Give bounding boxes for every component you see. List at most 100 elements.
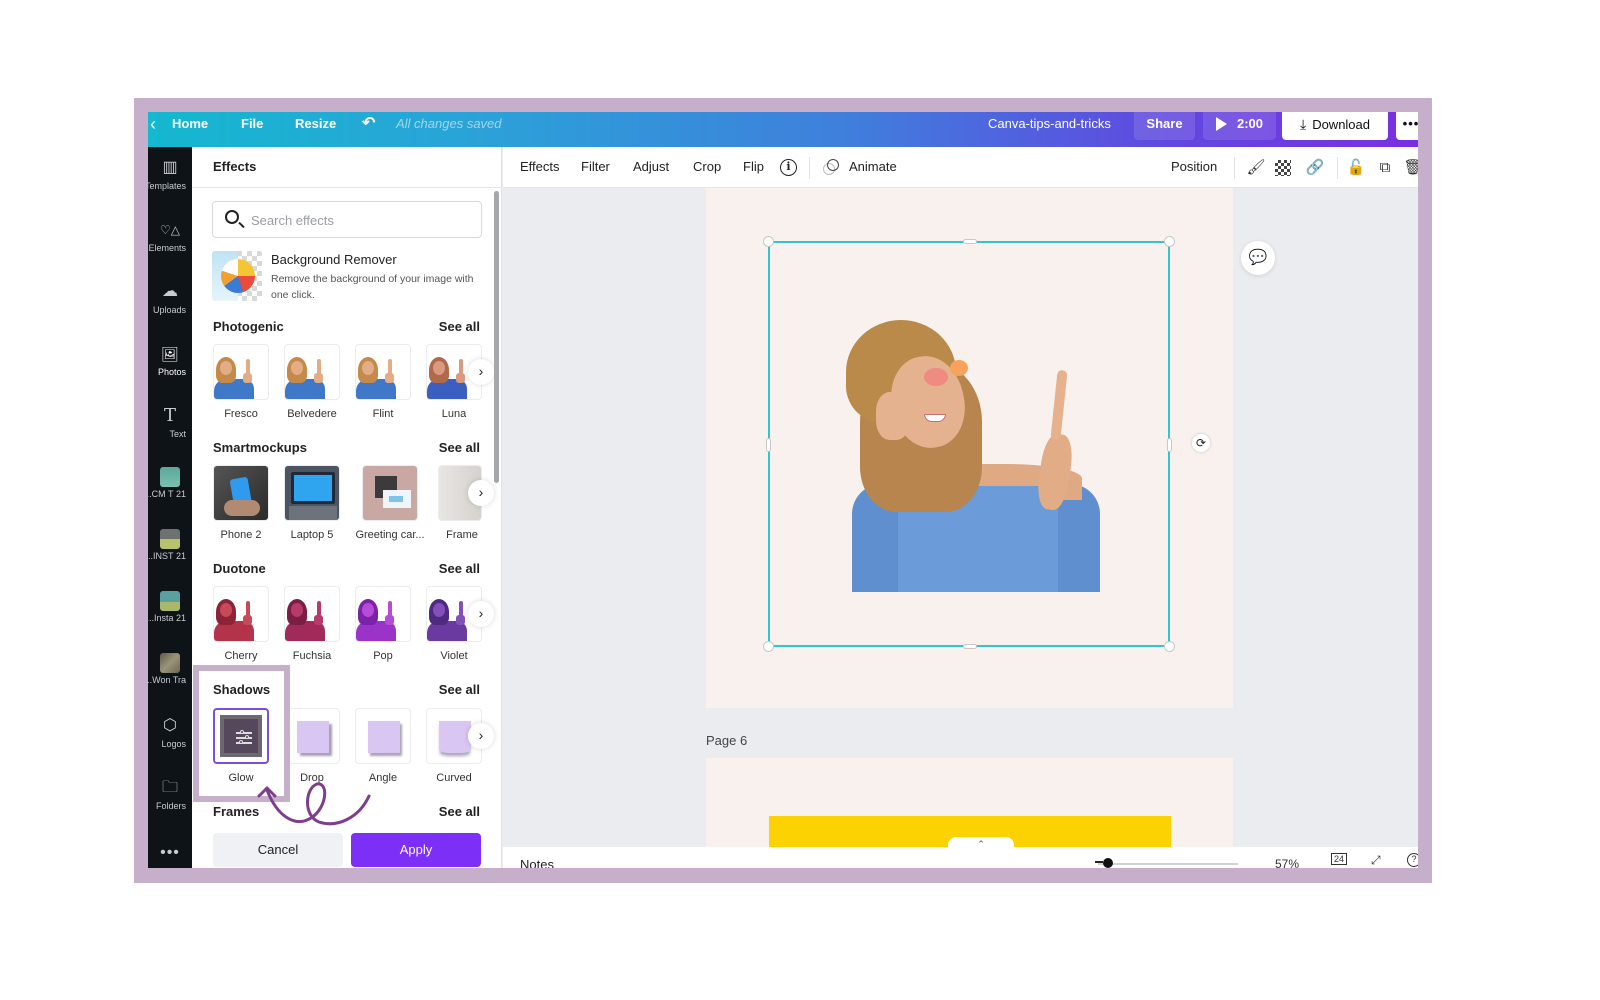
rail-more-button[interactable]: •••: [148, 844, 192, 862]
templates-icon: ▥: [162, 159, 178, 176]
next-arrow-shadows[interactable]: ›: [468, 723, 494, 749]
effect-label: Laptop 5: [290, 529, 334, 541]
panel-scrollbar[interactable]: [494, 191, 499, 483]
download-label: Download: [1312, 117, 1371, 132]
transparency-icon[interactable]: [1275, 160, 1291, 176]
page-count-icon[interactable]: 24: [1331, 853, 1348, 865]
share-button[interactable]: Share: [1134, 112, 1195, 140]
add-comment-icon[interactable]: 💬: [1241, 241, 1275, 275]
resize-handle-top-left[interactable]: [763, 236, 774, 247]
apply-button[interactable]: Apply: [351, 833, 481, 867]
canva-editor: ‹ Home File Resize ↶ All changes saved C…: [148, 112, 1418, 868]
next-arrow-photogenic[interactable]: ›: [468, 359, 494, 385]
crop-tool[interactable]: Crop: [693, 159, 721, 174]
top-bar: ‹ Home File Resize ↶ All changes saved C…: [148, 112, 1418, 147]
folder-thumbnail: [160, 591, 180, 611]
rail-item-folders[interactable]: 🗀 Folders: [148, 777, 192, 833]
effect-tile-fresco[interactable]: [213, 344, 269, 400]
rotate-icon[interactable]: ⟳: [1192, 434, 1210, 452]
next-arrow-smartmockups[interactable]: ›: [468, 480, 494, 506]
adjust-tool[interactable]: Adjust: [633, 159, 669, 174]
rail-item-text[interactable]: T Text: [148, 405, 192, 461]
rail-item-folder-4[interactable]: Won Tra...: [148, 653, 192, 709]
see-all-frames[interactable]: See all: [439, 804, 480, 819]
paint-roller-icon[interactable]: 🖌: [1246, 158, 1266, 178]
rail-item-folder-3[interactable]: 21 Insta...: [148, 591, 192, 647]
duplicate-icon[interactable]: ⧉: [1375, 158, 1395, 178]
rail-item-logos[interactable]: ⬡ Logos: [148, 715, 192, 771]
zoom-level[interactable]: 57%: [1275, 857, 1299, 868]
position-tool[interactable]: Position: [1171, 159, 1217, 174]
background-remover-item[interactable]: Background Remover Remove the background…: [212, 251, 492, 303]
effect-tile-angle[interactable]: [355, 708, 411, 764]
effect-tile-fuchsia[interactable]: [284, 586, 340, 642]
help-icon[interactable]: ?: [1407, 853, 1418, 867]
rail-label: Won Tra...: [148, 675, 186, 685]
rail-item-folder-1[interactable]: 21 CM T...: [148, 467, 192, 523]
rail-item-elements[interactable]: ♡△ Elements: [148, 219, 192, 275]
rail-item-folder-2[interactable]: 21 INST...: [148, 529, 192, 585]
file-menu[interactable]: File: [241, 112, 263, 147]
resize-menu[interactable]: Resize: [295, 112, 336, 147]
effect-tile-drop[interactable]: [284, 708, 340, 764]
toolbar-divider: [809, 157, 810, 179]
fullscreen-icon[interactable]: ⤢: [1371, 853, 1381, 868]
unlock-icon[interactable]: 🔓: [1346, 158, 1366, 178]
present-button[interactable]: 2:00: [1203, 112, 1276, 140]
rail-item-photos[interactable]: 🖼 Photos: [148, 343, 192, 399]
effect-label: Luna: [441, 408, 467, 420]
beach-ball-icon: [221, 259, 255, 293]
rail-label: Elements: [148, 243, 186, 253]
notes-button[interactable]: Notes: [520, 857, 554, 868]
resize-handle-top[interactable]: [963, 239, 977, 244]
resize-handle-top-right[interactable]: [1164, 236, 1175, 247]
animate-tool[interactable]: Animate: [849, 159, 897, 174]
next-arrow-duotone[interactable]: ›: [468, 601, 494, 627]
effect-tile-laptop-5[interactable]: [284, 465, 340, 521]
document-title[interactable]: Canva-tips-and-tricks: [988, 112, 1111, 147]
panel-divider: [192, 187, 502, 188]
see-all-shadows[interactable]: See all: [439, 682, 480, 697]
effect-tile-phone-2[interactable]: [213, 465, 269, 521]
flip-tool[interactable]: Flip: [743, 159, 764, 174]
rail-label: Photos: [157, 367, 186, 377]
undo-icon[interactable]: ↶: [362, 112, 375, 147]
info-icon[interactable]: i: [780, 159, 797, 176]
effect-tile-pop[interactable]: [355, 586, 411, 642]
trash-icon[interactable]: 🗑: [1403, 158, 1418, 178]
design-page[interactable]: ⟳: [706, 188, 1233, 708]
more-options-button[interactable]: •••: [1396, 112, 1418, 140]
search-effects-field[interactable]: [212, 201, 482, 238]
rail-label: Templates: [148, 181, 186, 191]
link-icon[interactable]: 🔗: [1305, 158, 1325, 178]
zoom-slider[interactable]: [1098, 863, 1238, 865]
back-chevron-icon[interactable]: ‹: [150, 112, 156, 147]
resize-handle-bottom-left[interactable]: [763, 641, 774, 652]
see-all-smartmockups[interactable]: See all: [439, 440, 480, 455]
filter-tool[interactable]: Filter: [581, 159, 610, 174]
resize-handle-bottom-right[interactable]: [1164, 641, 1175, 652]
see-all-photogenic[interactable]: See all: [439, 319, 480, 334]
resize-handle-left[interactable]: [766, 438, 771, 452]
effect-tile-belvedere[interactable]: [284, 344, 340, 400]
effect-tile-flint[interactable]: [355, 344, 411, 400]
panel-title: Effects: [213, 159, 257, 174]
effect-tile-greeting-card[interactable]: [362, 465, 418, 521]
rail-item-uploads[interactable]: ☁ Uploads: [148, 281, 192, 337]
image-toolbar: Effects Filter Adjust Crop Flip i Animat…: [503, 147, 1418, 188]
see-all-duotone[interactable]: See all: [439, 561, 480, 576]
download-button[interactable]: ⤓ Download: [1282, 112, 1388, 140]
effects-tool[interactable]: Effects: [520, 159, 560, 174]
resize-handle-right[interactable]: [1167, 438, 1172, 452]
home-menu[interactable]: Home: [172, 112, 208, 147]
cancel-button[interactable]: Cancel: [213, 833, 343, 867]
zoom-slider-handle[interactable]: [1103, 858, 1113, 868]
effect-tile-cherry[interactable]: [213, 586, 269, 642]
photo-icon: 🖼: [161, 346, 179, 362]
zoom-minus-icon: [1095, 861, 1103, 863]
search-effects-input[interactable]: [251, 210, 471, 230]
resize-handle-bottom[interactable]: [963, 644, 977, 649]
selection-box[interactable]: [763, 236, 1175, 652]
rail-label: 21 Insta...: [148, 613, 186, 623]
rail-item-templates[interactable]: ▥ Templates: [148, 157, 192, 213]
